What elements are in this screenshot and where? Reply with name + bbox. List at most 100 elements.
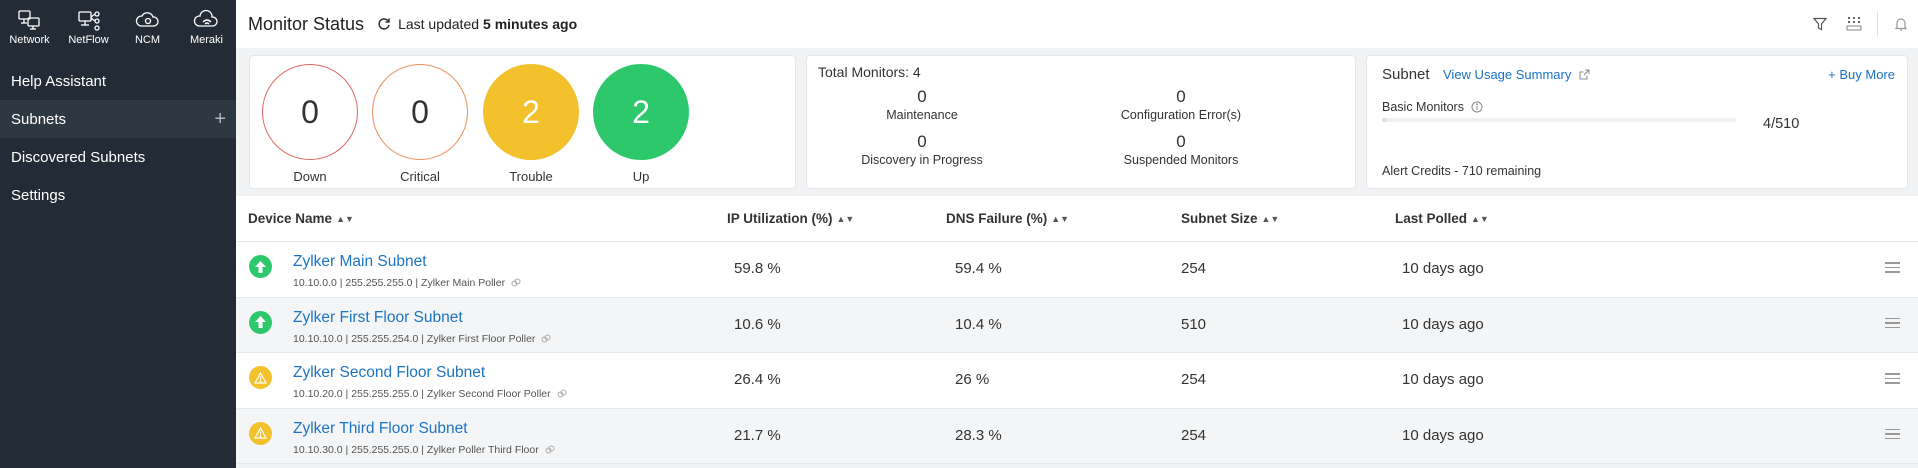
- last-polled: 10 days ago: [1402, 371, 1484, 388]
- sidebar-item-settings[interactable]: Settings: [0, 176, 236, 214]
- stat-maintenance[interactable]: 0 Maintenance: [812, 87, 1032, 122]
- buy-more-link[interactable]: + Buy More: [1828, 67, 1895, 82]
- status-up-icon: [249, 255, 272, 278]
- row-menu-icon[interactable]: [1885, 373, 1900, 387]
- info-icon[interactable]: [1471, 101, 1483, 113]
- dns-failure: 28.3 %: [955, 426, 1002, 444]
- sidebar-item-label: Help Assistant: [11, 72, 107, 90]
- subnet-size: 254: [1181, 426, 1207, 444]
- nav-ncm[interactable]: NCM: [118, 0, 177, 55]
- col-dns-failure[interactable]: DNS Failure (%) ▲▼: [946, 211, 1069, 226]
- sidebar: Network NetFlow NCM Meraki Help Assistan…: [0, 0, 236, 468]
- row-menu-icon[interactable]: [1885, 428, 1900, 443]
- row-menu-icon[interactable]: [1885, 262, 1900, 276]
- nav-netflow[interactable]: NetFlow: [59, 0, 118, 55]
- table-row[interactable]: Zylker Main Subnet 10.10.0.0 | 255.255.2…: [236, 242, 1918, 298]
- stat-value: 0: [917, 87, 927, 106]
- stat-value: 0: [917, 132, 927, 151]
- filter-icon: [1813, 17, 1827, 31]
- device-name-link[interactable]: Zylker Second Floor Subnet: [293, 364, 485, 382]
- up-label: Up: [632, 169, 650, 184]
- view-usage-summary-label: View Usage Summary: [1443, 67, 1572, 82]
- subnet-size: 510: [1181, 315, 1207, 333]
- link-icon[interactable]: [511, 278, 521, 288]
- status-down[interactable]: 0 Down: [260, 64, 360, 184]
- add-subnet-icon[interactable]: +: [214, 108, 226, 131]
- dns-failure: 26 %: [955, 371, 990, 388]
- col-subnet-size[interactable]: Subnet Size ▲▼: [1181, 211, 1279, 226]
- trouble-label: Trouble: [509, 169, 553, 184]
- noc-view-button[interactable]: [1837, 9, 1871, 39]
- dns-failure: 10.4 %: [955, 315, 1002, 333]
- network-icon: [17, 10, 40, 30]
- dns-failure: 59.4 %: [955, 260, 1002, 277]
- col-device-name[interactable]: Device Name ▲▼: [248, 211, 354, 226]
- col-label: IP Utilization (%): [727, 211, 833, 226]
- table-row[interactable]: Zylker Third Floor Subnet 10.10.30.0 | 2…: [236, 408, 1918, 464]
- stat-label: Configuration Error(s): [1120, 108, 1242, 122]
- nav-label: NetFlow: [68, 34, 109, 46]
- link-icon[interactable]: [545, 445, 555, 455]
- sidebar-item-help-assistant[interactable]: Help Assistant: [0, 62, 236, 100]
- meraki-icon: [193, 9, 218, 27]
- page-title: Monitor Status: [248, 13, 365, 34]
- col-label: Last Polled: [1395, 211, 1468, 226]
- device-details: 10.10.0.0 | 255.255.255.0 | Zylker Main …: [293, 277, 521, 289]
- ip-utilization: 59.8 %: [734, 260, 781, 277]
- table-row[interactable]: Zylker First Floor Subnet 10.10.10.0 | 2…: [236, 297, 1918, 353]
- more-button[interactable]: [1884, 9, 1918, 39]
- subnet-size: 254: [1181, 371, 1207, 388]
- col-last-polled[interactable]: Last Polled ▲▼: [1395, 211, 1489, 226]
- stat-label: Discovery in Progress: [861, 153, 983, 167]
- stat-value: 0: [1176, 132, 1186, 151]
- device-details-text: 10.10.20.0 | 255.255.255.0 | Zylker Seco…: [293, 388, 551, 400]
- ncm-icon: [135, 12, 159, 27]
- status-trouble[interactable]: 2 Trouble: [481, 64, 581, 184]
- stat-configuration-errors[interactable]: 0 Configuration Error(s): [1071, 87, 1291, 122]
- netflow-icon: [77, 11, 100, 31]
- basic-monitors-bar: [1382, 118, 1737, 122]
- basic-monitors-label: Basic Monitors: [1382, 100, 1464, 114]
- device-name-link[interactable]: Zylker Third Floor Subnet: [293, 420, 468, 438]
- nav-label: NCM: [134, 34, 161, 46]
- col-label: Device Name: [248, 211, 333, 226]
- status-critical[interactable]: 0 Critical: [370, 64, 470, 184]
- view-usage-summary-link[interactable]: View Usage Summary: [1443, 67, 1590, 82]
- device-details-text: 10.10.10.0 | 255.255.254.0 | Zylker Firs…: [293, 332, 536, 345]
- link-icon[interactable]: [541, 334, 551, 344]
- filter-button[interactable]: [1803, 9, 1837, 39]
- sidebar-item-label: Subnets: [11, 110, 67, 128]
- basic-monitors-count: 4/510: [1763, 116, 1800, 132]
- side-menu: Help Assistant Subnets + Discovered Subn…: [0, 62, 236, 214]
- status-trouble-icon: [249, 366, 272, 389]
- device-details: 10.10.30.0 | 255.255.255.0 | Zylker Poll…: [293, 444, 555, 456]
- device-name-link[interactable]: Zylker Main Subnet: [293, 253, 427, 271]
- last-polled: 10 days ago: [1402, 426, 1484, 444]
- col-label: DNS Failure (%): [946, 211, 1048, 226]
- divider: [1877, 12, 1878, 36]
- total-monitors: Total Monitors: 4: [818, 64, 921, 80]
- col-ip-utilization[interactable]: IP Utilization (%) ▲▼: [727, 211, 854, 226]
- status-up-icon: [249, 310, 272, 334]
- nav-label: Network: [9, 34, 50, 46]
- nav-network[interactable]: Network: [0, 0, 59, 55]
- critical-label: Critical: [400, 169, 440, 184]
- status-trouble-icon: [249, 421, 272, 445]
- row-menu-icon[interactable]: [1885, 317, 1900, 332]
- sort-icon: ▲▼: [836, 213, 855, 224]
- status-up[interactable]: 2 Up: [591, 64, 691, 184]
- subnet-card-title: Subnet: [1382, 66, 1430, 83]
- sidebar-item-subnets[interactable]: Subnets +: [0, 100, 236, 138]
- stat-suspended-monitors[interactable]: 0 Suspended Monitors: [1071, 132, 1291, 167]
- sidebar-item-discovered-subnets[interactable]: Discovered Subnets: [0, 138, 236, 176]
- nav-meraki[interactable]: Meraki: [177, 0, 236, 55]
- down-label: Down: [293, 169, 327, 184]
- refresh-icon[interactable]: [377, 17, 391, 31]
- link-icon[interactable]: [557, 389, 567, 399]
- table-row[interactable]: Zylker Second Floor Subnet 10.10.20.0 | …: [236, 353, 1918, 409]
- device-name-link[interactable]: Zylker First Floor Subnet: [293, 309, 463, 327]
- total-monitors-card: Total Monitors: 4 0 Maintenance 0 Config…: [806, 55, 1356, 189]
- sort-icon: ▲▼: [1051, 213, 1070, 224]
- stat-discovery-in-progress[interactable]: 0 Discovery in Progress: [812, 132, 1032, 167]
- sort-icon: ▲▼: [336, 213, 354, 224]
